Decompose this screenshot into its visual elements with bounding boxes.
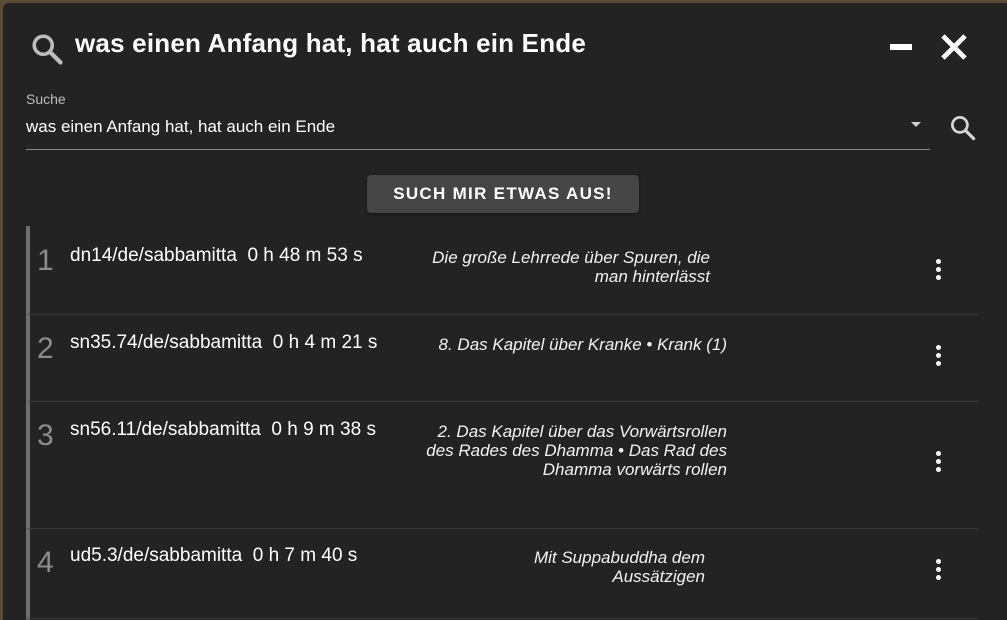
results-list: 1 dn14/de/sabbamitta 0 h 48 m 53 s Die g…	[26, 226, 978, 620]
dialog-header: was einen Anfang hat, hat auch ein Ende	[3, 3, 1007, 91]
minimize-button[interactable]	[886, 35, 916, 65]
search-dialog: was einen Anfang hat, hat auch ein Ende …	[3, 3, 1007, 620]
dropdown-arrow-icon[interactable]	[909, 120, 923, 130]
search-input[interactable]	[26, 117, 906, 137]
minimize-icon	[890, 44, 912, 50]
search-label: Suche	[26, 91, 66, 107]
result-id: sn35.74/de/sabbamitta 0 h 4 m 21 s	[70, 332, 378, 353]
more-vert-icon[interactable]	[927, 556, 951, 586]
result-number: 4	[37, 546, 54, 579]
more-vert-icon[interactable]	[927, 256, 951, 286]
result-description: Die große Lehrrede über Spuren, die man …	[432, 248, 710, 286]
result-description: 8. Das Kapitel über Kranke • Krank (1)	[438, 335, 727, 354]
pick-random-button[interactable]: SUCH MIR ETWAS AUS!	[367, 175, 639, 213]
result-row[interactable]: 3 sn56.11/de/sabbamitta 0 h 9 m 38 s 2. …	[26, 402, 978, 529]
result-row[interactable]: 1 dn14/de/sabbamitta 0 h 48 m 53 s Die g…	[26, 226, 978, 315]
result-row[interactable]: 4 ud5.3/de/sabbamitta 0 h 7 m 40 s Mit S…	[26, 529, 978, 619]
search-underline	[26, 149, 930, 150]
search-icon	[32, 34, 63, 65]
result-description: Mit Suppabuddha dem Aussätzigen	[533, 548, 705, 586]
result-number: 3	[37, 419, 54, 452]
result-number: 2	[37, 332, 54, 365]
search-button[interactable]	[948, 113, 978, 143]
dialog-title: was einen Anfang hat, hat auch ein Ende	[75, 28, 587, 58]
result-id: ud5.3/de/sabbamitta 0 h 7 m 40 s	[70, 545, 358, 566]
close-icon[interactable]	[938, 31, 970, 63]
more-vert-icon[interactable]	[927, 342, 951, 372]
result-id: sn56.11/de/sabbamitta 0 h 9 m 38 s	[70, 419, 376, 440]
result-id: dn14/de/sabbamitta 0 h 48 m 53 s	[70, 245, 363, 266]
result-description: 2. Das Kapitel über das Vorwärtsrollen d…	[426, 422, 727, 479]
result-row[interactable]: 2 sn35.74/de/sabbamitta 0 h 4 m 21 s 8. …	[26, 315, 978, 402]
more-vert-icon[interactable]	[927, 448, 951, 478]
result-number: 1	[37, 244, 54, 277]
